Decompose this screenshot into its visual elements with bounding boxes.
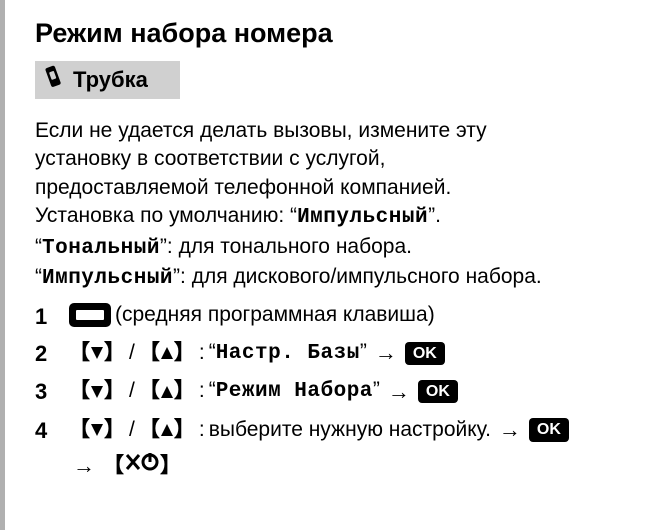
nav-up-key: 【】 xyxy=(139,375,195,408)
pulse-line: “Импульсный”: для дискового/импульсного … xyxy=(35,263,636,293)
power-off-key: 【 】 xyxy=(103,452,181,480)
handset-icon xyxy=(43,65,65,95)
pulse-desc: : для дискового/импульсного набора. xyxy=(180,265,542,288)
default-line: Установка по умолчанию: “Импульсный”. xyxy=(35,202,636,232)
intro-line: установку в соответствии с услугой, xyxy=(35,145,636,173)
slash: / xyxy=(129,375,135,408)
step-body: (средняя программная клавиша) xyxy=(69,299,636,332)
step-number: 1 xyxy=(35,299,69,332)
step-row: 1 (средняя программная клавиша) xyxy=(35,299,636,332)
nav-down-key: 【】 xyxy=(69,414,125,447)
handset-label: Трубка xyxy=(73,65,148,95)
default-suffix: ”. xyxy=(428,204,441,227)
arrow-icon: → xyxy=(73,451,95,481)
menu-softkey-icon xyxy=(69,303,111,327)
intro-text: Если не удается делать вызовы, измените … xyxy=(35,117,636,293)
arrow-icon: → xyxy=(388,375,410,409)
menu-item: “Режим Набора” xyxy=(209,374,380,409)
tone-line: “Тональный”: для тонального набора. xyxy=(35,233,636,263)
nav-up-key: 【】 xyxy=(139,414,195,447)
step-number: 2 xyxy=(35,336,69,369)
nav-down-key: 【】 xyxy=(69,337,125,370)
ok-button-icon: OK xyxy=(529,418,569,441)
default-value: Импульсный xyxy=(297,206,428,229)
step-number: 3 xyxy=(35,374,69,407)
softkey-desc: (средняя программная клавиша) xyxy=(115,299,435,332)
tone-desc: : для тонального набора. xyxy=(167,235,412,258)
step-number: 4 xyxy=(35,413,69,446)
colon: : xyxy=(199,375,205,408)
slash: / xyxy=(129,337,135,370)
step-body: 【】/【】: “Режим Набора” → OK xyxy=(69,374,636,409)
ok-button-icon: OK xyxy=(405,342,445,365)
handset-bar: Трубка xyxy=(35,61,180,99)
arrow-icon: → xyxy=(499,413,521,447)
page-title: Режим набора номера xyxy=(35,15,636,51)
steps-list: 1 (средняя программная клавиша) 2 【】/【】:… xyxy=(35,299,636,481)
nav-down-key: 【】 xyxy=(69,375,125,408)
step-body: 【】/【】: выберите нужную настройку. → OK xyxy=(69,413,636,447)
ok-button-icon: OK xyxy=(418,380,458,403)
select-text: выберите нужную настройку. xyxy=(209,414,491,447)
step-row: 3 【】/【】: “Режим Набора” → OK xyxy=(35,374,636,409)
step-row: 4 【】/【】: выберите нужную настройку. → OK xyxy=(35,413,636,447)
intro-line: предоставляемой телефонной компанией. xyxy=(35,174,636,202)
pulse-label: Импульсный xyxy=(42,267,173,290)
tone-label: Тональный xyxy=(42,237,160,260)
colon: : xyxy=(199,414,205,447)
intro-line: Если не удается делать вызовы, измените … xyxy=(35,117,636,145)
slash: / xyxy=(129,414,135,447)
step-body: 【】/【】: “Настр. Базы” → OK xyxy=(69,336,636,371)
default-prefix: Установка по умолчанию: “ xyxy=(35,204,297,227)
step-row: 2 【】/【】: “Настр. Базы” → OK xyxy=(35,336,636,371)
menu-item: “Настр. Базы” xyxy=(209,336,367,371)
nav-up-key: 【】 xyxy=(139,337,195,370)
step-4-continuation: → 【 】 xyxy=(35,451,636,481)
colon: : xyxy=(199,337,205,370)
arrow-icon: → xyxy=(375,336,397,370)
